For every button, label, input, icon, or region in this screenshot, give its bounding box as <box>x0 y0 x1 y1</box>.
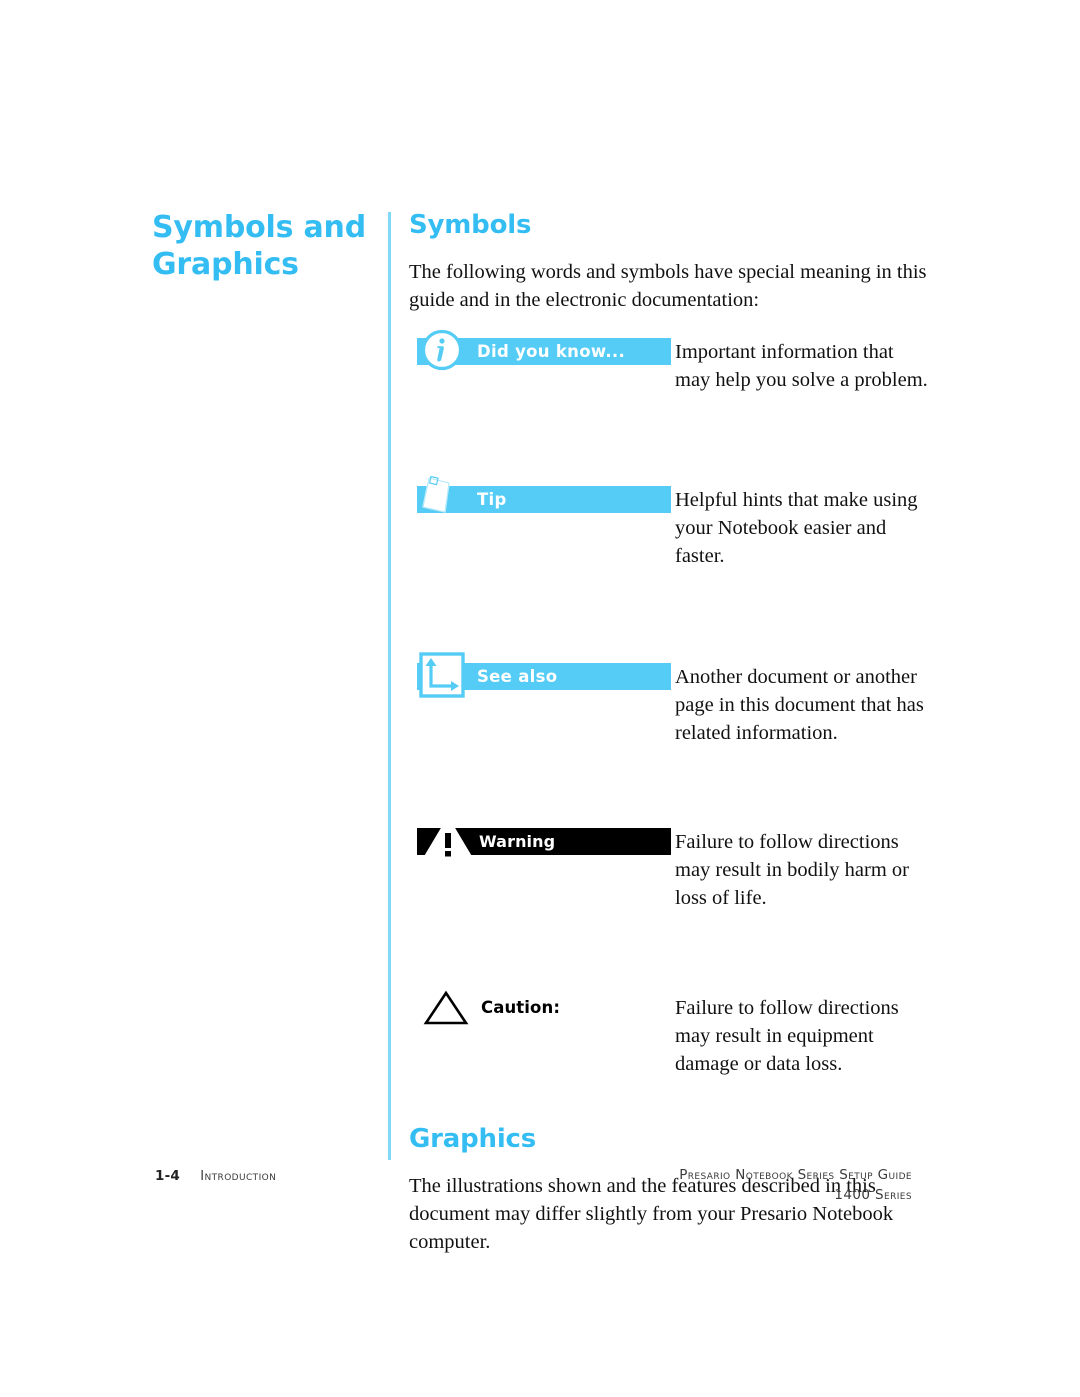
section-heading-symbols: Symbols <box>409 210 532 240</box>
caution-marker: Caution: <box>409 990 671 1024</box>
badge-bar-see-also: See also <box>409 651 671 698</box>
symbols-intro-paragraph: The following words and symbols have spe… <box>409 261 927 312</box>
symbols-legend-table: Did you know... Important information th… <box>409 330 929 1078</box>
badge-cell: Did you know... <box>409 330 671 371</box>
symbol-row-did-you-know: Did you know... Important information th… <box>409 330 929 394</box>
badge-cell: Warning <box>409 815 671 860</box>
warning-triangle-icon <box>421 815 475 861</box>
footer-guide-title: Presario Notebook Series Setup Guide <box>679 1167 912 1183</box>
symbol-row-caution: Caution: Failure to follow directions ma… <box>409 990 929 1078</box>
footer-left: 1-4 Introduction <box>155 1168 276 1184</box>
main-content-column: Symbols The following words and symbols … <box>409 210 929 1256</box>
section-heading-graphics: Graphics <box>409 1124 537 1155</box>
symbol-description-see-also: Another document or another page in this… <box>675 665 924 744</box>
document-page: Symbols and Graphics Symbols The followi… <box>0 0 1080 1397</box>
symbol-description-caution: Failure to follow directions may result … <box>675 997 899 1076</box>
badge-label-caution: Caution: <box>481 998 561 1018</box>
column-divider-rule <box>388 212 391 1160</box>
badge-bar-did-you-know: Did you know... <box>409 330 671 371</box>
badge-bar-warning: Warning <box>409 815 671 860</box>
chapter-title-line-1: Symbols and <box>152 210 366 245</box>
symbol-row-tip: Tip Helpful hints that make using your N… <box>409 476 929 570</box>
badge-label-tip: Tip <box>477 490 507 510</box>
footer-chapter-name: Introduction <box>200 1169 277 1184</box>
footer-series: 1400 Series <box>834 1186 912 1203</box>
chapter-title-block: Symbols and Graphics <box>152 210 367 283</box>
caution-triangle-icon <box>423 990 469 1026</box>
see-also-arrows-icon <box>419 651 467 700</box>
badge-bar-tip: Tip <box>409 476 671 514</box>
symbol-description-warning: Failure to follow directions may result … <box>675 830 909 909</box>
info-circle-icon <box>421 329 463 371</box>
chapter-title-line-2: Graphics <box>152 246 299 282</box>
badge-cell: See also <box>409 651 671 698</box>
symbol-description-tip: Helpful hints that make using your Noteb… <box>675 489 918 568</box>
symbol-row-warning: Warning Failure to follow directions may… <box>409 815 929 912</box>
symbol-row-see-also: See also Another document or another pag… <box>409 651 929 747</box>
badge-label-warning: Warning <box>479 831 556 851</box>
note-page-icon <box>415 474 473 518</box>
symbol-description-did-you-know: Important information that may help you … <box>675 341 928 392</box>
badge-label-see-also: See also <box>477 666 558 686</box>
badge-label-did-you-know: Did you know... <box>477 342 626 362</box>
badge-cell: Tip <box>409 476 671 514</box>
badge-cell: Caution: <box>409 990 671 1024</box>
footer-right: Presario Notebook Series Setup Guide 140… <box>679 1166 912 1205</box>
footer-page-number: 1-4 <box>155 1168 180 1184</box>
